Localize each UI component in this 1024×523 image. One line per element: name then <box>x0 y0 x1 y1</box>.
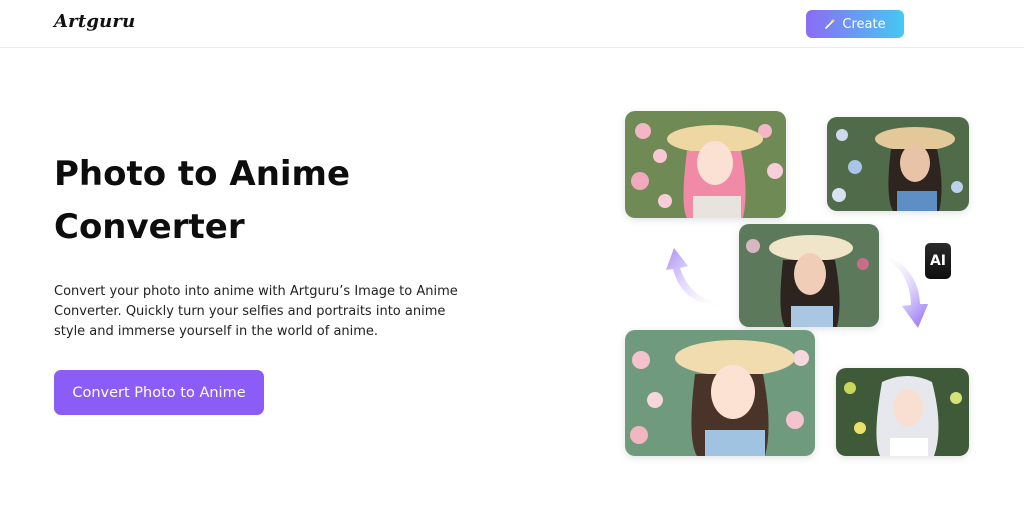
convert-photo-to-anime-button[interactable]: Convert Photo to Anime <box>54 370 264 415</box>
showcase-image-anime-white-hair <box>836 368 969 456</box>
showcase-image-original-photo <box>739 224 879 327</box>
showcase-image-real-photo-hat <box>827 117 969 211</box>
page-title-line-2: Converter <box>54 207 245 247</box>
showcase-image-anime-result <box>625 330 815 456</box>
create-button-label: Create <box>842 16 886 32</box>
magic-wand-icon <box>825 18 836 29</box>
curved-arrow-up-left-icon <box>666 248 720 306</box>
page-title-line-1: Photo to Anime <box>54 154 351 194</box>
hero-description: Convert your photo into anime with Artgu… <box>54 284 458 339</box>
top-navigation-bar: Artguru Create <box>0 0 1024 48</box>
create-button[interactable]: Create <box>806 10 904 38</box>
showcase-image-anime-pink-hair <box>625 111 786 218</box>
artguru-logo[interactable]: Artguru <box>54 11 135 32</box>
page-title: Photo to Anime Converter <box>54 148 514 254</box>
ai-badge: AI <box>925 243 951 279</box>
